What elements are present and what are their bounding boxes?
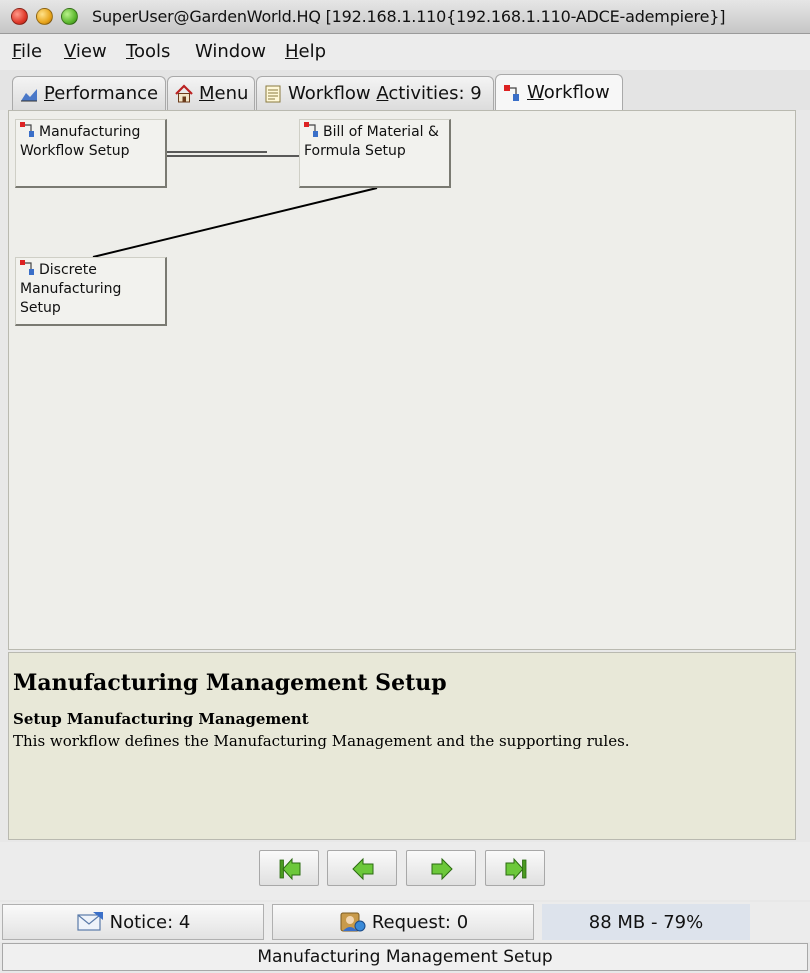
menu-view[interactable]: View [64,41,107,62]
tab-menu[interactable]: Menu [167,76,255,110]
last-button[interactable] [485,850,545,886]
notice-button[interactable]: Notice: 4 [2,904,264,940]
minimize-window-button[interactable] [36,8,53,25]
navigation-bar [0,842,810,900]
menu-file[interactable]: File [12,41,42,62]
chart-icon [19,84,39,104]
activities-icon [263,84,283,104]
home-icon [174,83,194,104]
request-button[interactable]: Request: 0 [272,904,534,940]
tab-bar: Performance Menu Workflow Activities: 9 … [0,70,810,110]
request-icon [338,910,366,934]
zoom-window-button[interactable] [61,8,78,25]
workflow-node-icon [20,122,36,138]
status-bar: Notice: 4 Request: 0 88 MB - 79% [0,902,810,942]
status-footer-text: Manufacturing Management Setup [2,943,808,971]
description-panel: Manufacturing Management Setup Setup Man… [8,652,796,840]
menu-window[interactable]: Window [195,41,266,62]
close-window-button[interactable] [11,8,28,25]
tab-workflow[interactable]: Workflow [495,74,623,110]
description-text: This workflow defines the Manufacturing … [13,732,630,750]
first-button[interactable] [259,850,319,886]
workflow-node-discrete-manufacturing-setup[interactable]: Discrete Manufacturing Setup [15,257,167,326]
notice-icon [76,910,104,934]
workflow-node-icon [304,122,320,138]
workflow-links [92,151,378,258]
menu-help[interactable]: Help [285,41,326,62]
first-icon [279,857,301,881]
next-icon [431,857,453,881]
workflow-node-icon [20,260,36,276]
last-icon [505,857,527,881]
workflow-node-manufacturing-workflow-setup[interactable]: Manufacturing Workflow Setup [15,119,167,188]
workflow-node-bill-of-material-formula-setup[interactable]: Bill of Material & Formula Setup [299,119,451,188]
tab-workflow-activities[interactable]: Workflow Activities: 9 [256,76,494,110]
window-title: SuperUser@GardenWorld.HQ [192.168.1.110{… [92,7,726,26]
workflow-canvas: Manufacturing Workflow Setup Bill of Mat… [8,110,796,650]
workflow-icon [502,83,522,103]
description-subtitle: Setup Manufacturing Management [13,710,309,728]
description-title: Manufacturing Management Setup [13,670,447,696]
title-bar: SuperUser@GardenWorld.HQ [192.168.1.110{… [0,0,810,34]
next-button[interactable] [406,850,476,886]
menu-bar: File View Tools Window Help [0,34,810,70]
previous-button[interactable] [327,850,397,886]
previous-icon [352,857,374,881]
menu-tools[interactable]: Tools [126,41,170,62]
tab-performance[interactable]: Performance [12,76,166,110]
memory-indicator: 88 MB - 79% [542,904,750,940]
